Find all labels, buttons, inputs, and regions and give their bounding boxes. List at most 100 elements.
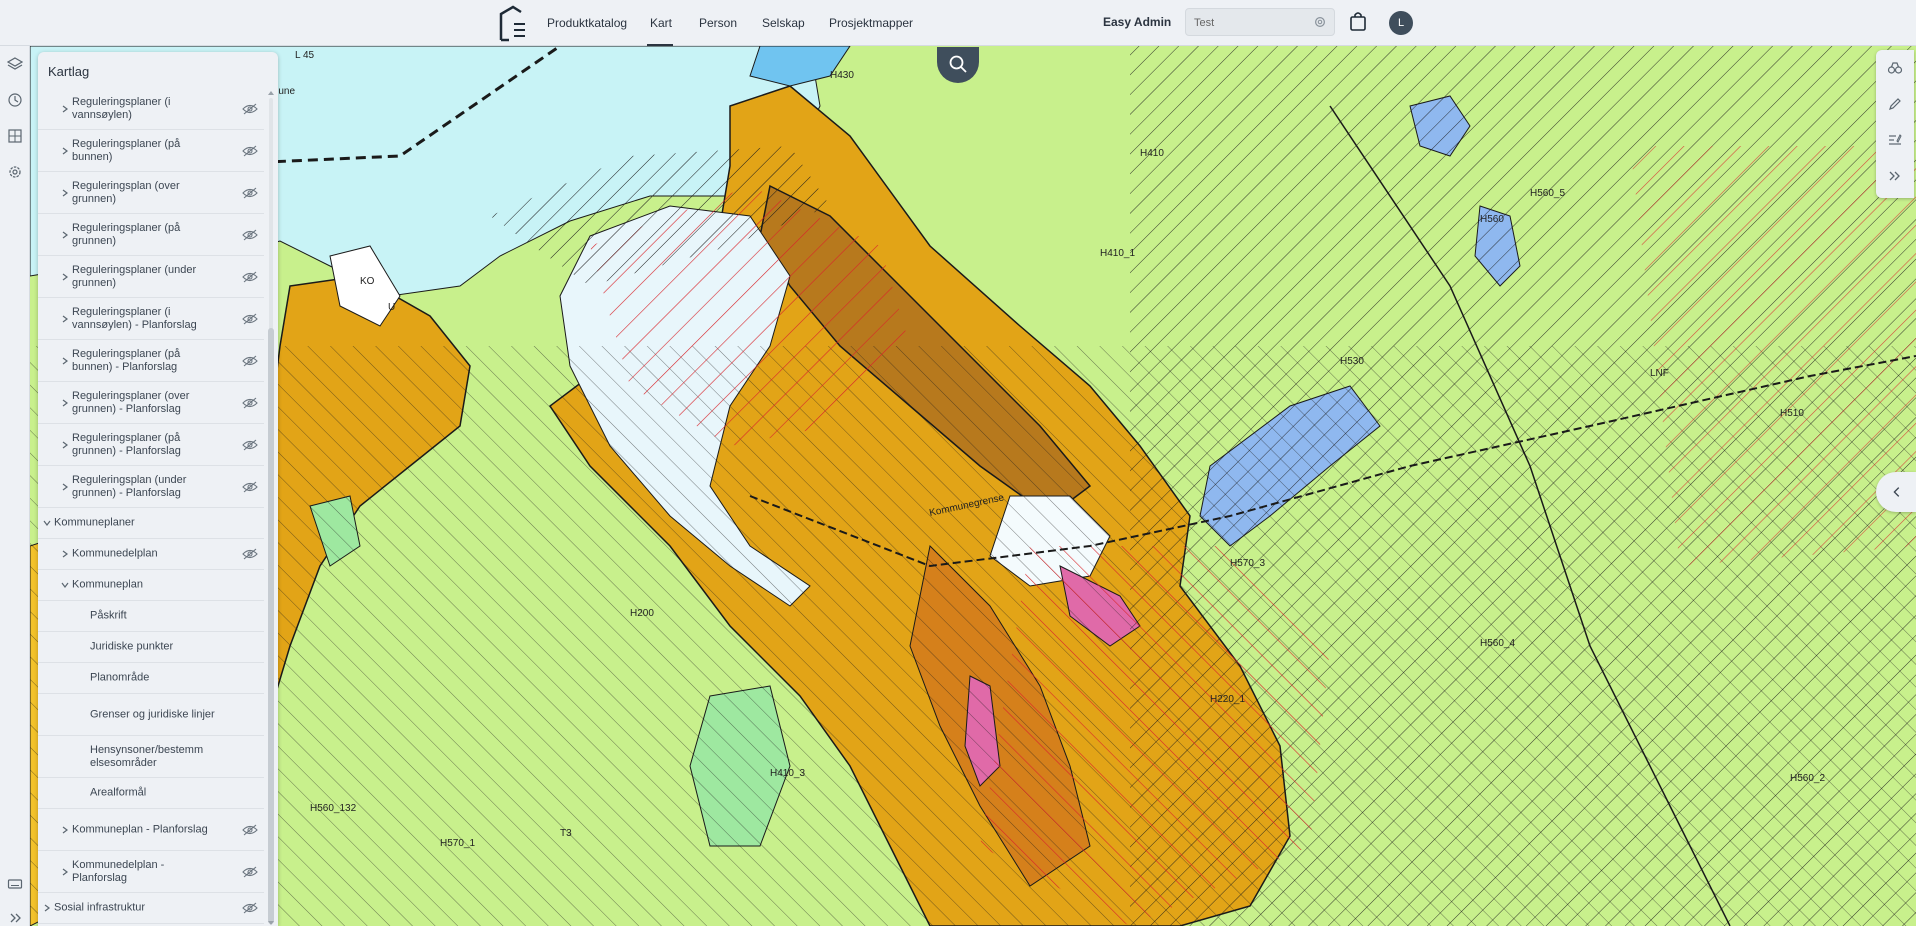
map-label: H220_1: [1210, 694, 1245, 705]
layer-row[interactable]: Kommuneplan - Planforslag: [38, 809, 264, 851]
chevron-right-icon[interactable]: [60, 146, 70, 156]
expand-right-icon[interactable]: [1887, 168, 1903, 184]
visibility-off-icon[interactable]: [242, 397, 258, 409]
layer-row[interactable]: Reguleringsplaner (i vannsøylen): [38, 92, 264, 130]
layer-row[interactable]: Juridiske punkter: [38, 632, 264, 663]
layer-row[interactable]: Reguleringsplan (under grunnen) - Planfo…: [38, 466, 264, 508]
map-label: L 45: [295, 50, 315, 61]
history-icon[interactable]: [7, 92, 23, 108]
right-toolbar: [1876, 50, 1914, 198]
app-logo-icon[interactable]: [497, 4, 529, 42]
layer-row[interactable]: Sosial infrastruktur: [38, 893, 264, 924]
map-sheet-icon[interactable]: [7, 128, 23, 144]
layer-row-label: Kommuneplaner: [54, 516, 135, 529]
settings-icon[interactable]: [7, 164, 23, 180]
layer-row-label: Reguleringsplaner (i vannsøylen) - Planf…: [72, 305, 197, 331]
layer-row[interactable]: Påskrift: [38, 601, 264, 632]
chevron-right-icon[interactable]: [60, 549, 70, 559]
scroll-thumb[interactable]: [268, 328, 274, 924]
chevron-right-icon[interactable]: [60, 867, 70, 877]
visibility-off-icon[interactable]: [242, 103, 258, 115]
layer-row[interactable]: Reguleringsplaner (på bunnen) - Planfors…: [38, 340, 264, 382]
chevron-right-icon[interactable]: [60, 314, 70, 324]
chevron-right-icon[interactable]: [60, 230, 70, 240]
layer-row[interactable]: Reguleringsplaner (under grunnen): [38, 256, 264, 298]
layer-row-label: Reguleringsplaner (over grunnen) - Planf…: [72, 389, 190, 415]
visibility-off-icon[interactable]: [242, 902, 258, 914]
layer-row[interactable]: Grenser og juridiske linjer: [38, 694, 264, 736]
chevron-right-icon[interactable]: [60, 440, 70, 450]
user-name[interactable]: Easy Admin: [1103, 15, 1171, 29]
layer-row[interactable]: Reguleringsplaner (på grunnen): [38, 214, 264, 256]
visibility-off-icon[interactable]: [242, 187, 258, 199]
measure-icon[interactable]: [1887, 60, 1903, 76]
map-label: H560_4: [1480, 638, 1515, 649]
global-search[interactable]: [1185, 8, 1335, 36]
layer-list-scrollbar[interactable]: [267, 88, 275, 926]
layer-row[interactable]: Reguleringsplan (over grunnen): [38, 172, 264, 214]
layer-row[interactable]: Kommunedelplan - Planforslag: [38, 851, 264, 893]
chevron-right-icon[interactable]: [60, 272, 70, 282]
layers-icon[interactable]: [7, 56, 23, 72]
collapse-side-button[interactable]: [1876, 472, 1916, 512]
chevron-down-icon[interactable]: [60, 580, 70, 590]
nav-produktkatalog[interactable]: Produktkatalog: [547, 16, 627, 30]
map-label: H410_3: [770, 768, 805, 779]
visibility-off-icon[interactable]: [242, 271, 258, 283]
layer-row-label: Reguleringsplaner (på bunnen) - Planfors…: [72, 347, 181, 373]
layer-list[interactable]: Reguleringsplaner (i vannsøylen) Reguleri…: [38, 92, 264, 926]
nav-person[interactable]: Person: [699, 16, 737, 30]
layer-row[interactable]: Kommuneplaner: [38, 508, 264, 539]
map-label: H410_1: [1100, 248, 1135, 259]
visibility-off-icon[interactable]: [242, 481, 258, 493]
layer-row[interactable]: Kommuneplan: [38, 570, 264, 601]
layer-row-label: Grenser og juridiske linjer: [90, 708, 215, 720]
visibility-off-icon[interactable]: [242, 824, 258, 836]
visibility-off-icon[interactable]: [242, 355, 258, 367]
chevron-right-icon[interactable]: [60, 188, 70, 198]
chevron-right-icon[interactable]: [60, 356, 70, 366]
draw-icon[interactable]: [1887, 96, 1903, 112]
nav-kart[interactable]: Kart: [650, 16, 672, 30]
avatar[interactable]: L: [1389, 11, 1413, 35]
layer-row-label: Reguleringsplan (under grunnen) - Planfo…: [72, 473, 187, 499]
gear-icon[interactable]: [1313, 15, 1327, 29]
expand-icon[interactable]: [7, 910, 23, 926]
chevron-right-icon[interactable]: [60, 482, 70, 492]
layer-row[interactable]: Planområde: [38, 663, 264, 694]
map-label: H410: [1140, 148, 1164, 159]
visibility-off-icon[interactable]: [242, 548, 258, 560]
scroll-up-icon[interactable]: [268, 90, 274, 96]
keyboard-icon[interactable]: [7, 876, 23, 892]
visibility-off-icon[interactable]: [242, 439, 258, 451]
layer-row[interactable]: Reguleringsplaner (på bunnen): [38, 130, 264, 172]
chevron-right-icon[interactable]: [60, 104, 70, 114]
edit-layer-icon[interactable]: [1887, 132, 1903, 148]
map-canvas[interactable]: KO U L 45 mune H430 H410 H560 H530 H570_3 H560_4 L…: [30, 46, 1916, 926]
chevron-down-icon[interactable]: [42, 518, 52, 528]
map-label: U: [388, 302, 395, 313]
visibility-off-icon[interactable]: [242, 866, 258, 878]
layer-row-label: Juridiske punkter: [90, 640, 174, 653]
chevron-right-icon[interactable]: [60, 825, 70, 835]
layer-row-label: Reguleringsplaner (på grunnen): [72, 221, 181, 247]
layer-row[interactable]: Hensynsoner/bestemm elsesområder: [38, 736, 264, 778]
layer-row[interactable]: Kommunedelplan: [38, 539, 264, 570]
visibility-off-icon[interactable]: [242, 145, 258, 157]
global-search-input[interactable]: [1194, 14, 1304, 32]
shopping-bag-icon[interactable]: [1349, 11, 1367, 31]
layer-row-label: Planområde: [90, 671, 150, 684]
nav-prosjektmapper[interactable]: Prosjektmapper: [829, 16, 913, 30]
chevron-left-icon: [1893, 487, 1900, 497]
nav-selskap[interactable]: Selskap: [762, 16, 805, 30]
layer-row[interactable]: Reguleringsplaner (på grunnen) - Planfor…: [38, 424, 264, 466]
map-svg[interactable]: KOUL 45muneH430H410H560H530H570_3H560_4L…: [30, 46, 1916, 926]
visibility-off-icon[interactable]: [242, 229, 258, 241]
layer-row[interactable]: Reguleringsplaner (over grunnen) - Planf…: [38, 382, 264, 424]
layer-row[interactable]: Reguleringsplaner (i vannsøylen) - Planf…: [38, 298, 264, 340]
chevron-right-icon[interactable]: [60, 398, 70, 408]
layer-row[interactable]: Arealformål: [38, 778, 264, 809]
visibility-off-icon[interactable]: [242, 313, 258, 325]
chevron-right-icon[interactable]: [42, 903, 52, 913]
scroll-down-icon[interactable]: [268, 920, 274, 926]
